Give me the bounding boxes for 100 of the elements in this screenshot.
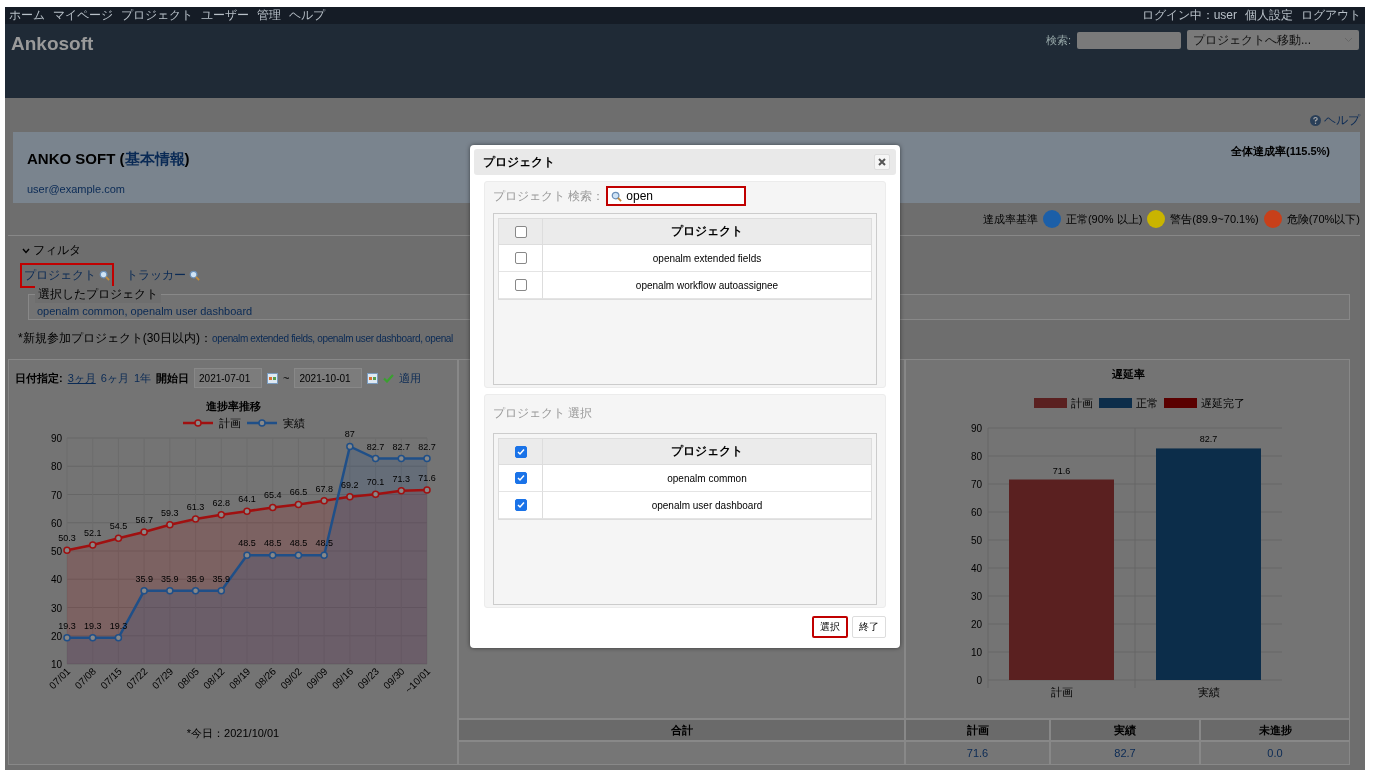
checkbox[interactable] [514, 445, 527, 458]
nav-link[interactable]: ログアウト [1301, 7, 1361, 24]
data-label: 82.7 [392, 441, 411, 452]
data-label: 48.5 [289, 538, 308, 549]
data-label: 82.7 [366, 441, 385, 452]
data-label: 69.2 [341, 479, 359, 490]
checkbox[interactable] [514, 252, 527, 264]
search-field[interactable] [1077, 31, 1181, 49]
axis-tick: 10 [50, 659, 62, 670]
data-label: 71.6 [1052, 465, 1071, 476]
data-point [191, 515, 200, 523]
data-point [320, 551, 328, 559]
data-point [243, 507, 251, 515]
axis-tick: 70 [970, 479, 982, 490]
period-link[interactable]: 6ヶ月 [100, 370, 129, 386]
data-label: 66.5 [289, 487, 308, 498]
nav-link[interactable]: ヘルプ [289, 7, 325, 24]
checkbox[interactable] [514, 225, 527, 238]
data-label: 71.3 [392, 473, 411, 484]
axis-tick: 0 [976, 675, 982, 686]
data-point [397, 454, 406, 463]
data-label: 59.3 [161, 507, 179, 518]
data-label: 54.5 [109, 521, 128, 532]
axis-tick: 80 [50, 461, 62, 473]
data-point [217, 511, 226, 519]
project-search-field[interactable]: open [606, 186, 747, 206]
project-dropdown[interactable]: プロジェクトへ移動... [1187, 30, 1359, 50]
checkbox[interactable] [514, 499, 527, 511]
data-point [268, 503, 277, 512]
calendar-icon[interactable] [367, 372, 379, 384]
date-field[interactable]: 2021-10-01 [294, 368, 363, 388]
apply-link[interactable]: 適用 [399, 370, 422, 386]
table-cell: 71.6 [905, 741, 1050, 765]
status-label: 危険(70%以下) [1286, 211, 1360, 227]
data-label: 35.9 [161, 573, 179, 584]
email-link[interactable]: user@example.com [27, 183, 190, 195]
data-label: 82.7 [1199, 434, 1218, 445]
data-label: 35.9 [135, 573, 153, 584]
axis-tick: 60 [50, 517, 62, 529]
nav-link[interactable]: プロジェクト [121, 7, 193, 24]
data-label: 52.1 [83, 528, 102, 539]
data-label: 71.6 [418, 473, 436, 483]
data-label: 56.7 [135, 515, 153, 526]
legend-label: 計画 [219, 417, 241, 429]
nav-link[interactable]: ユーザー [201, 7, 249, 24]
data-label: 48.5 [263, 538, 282, 549]
checkbox[interactable] [514, 279, 527, 291]
close-icon [878, 158, 886, 166]
legend-label: 正常 [1136, 397, 1158, 409]
help-link[interactable]: ヘルプ [1324, 111, 1360, 129]
legend-item: 実績 [247, 417, 305, 429]
data-point [268, 551, 277, 559]
magnifier-icon [99, 270, 110, 281]
basic-info-link[interactable]: 基本情報 [124, 150, 185, 167]
date-field[interactable]: 2021-07-01 [194, 368, 263, 388]
caret-icon[interactable] [22, 247, 30, 254]
period-link[interactable]: 3ヶ月 [67, 370, 96, 386]
calendar-icon[interactable] [267, 372, 279, 384]
axis-tick: 90 [50, 433, 62, 444]
check-icon [383, 373, 395, 383]
magnifier-icon [189, 270, 200, 281]
nav-link[interactable]: ホーム [9, 7, 45, 24]
data-point [166, 521, 174, 529]
table-cell: openalm workflow autoassignee [543, 272, 871, 299]
filter-link[interactable]: トラッカー [122, 263, 204, 288]
status-label: 警告(89.9~70.1%) [1170, 211, 1259, 227]
data-point [191, 587, 200, 595]
data-point [320, 496, 328, 505]
axis-tick: 70 [50, 489, 62, 501]
data-label: 65.4 [263, 490, 282, 501]
new-projects-link[interactable]: openalm extended fields, openalm user dashboard, openal [212, 333, 453, 344]
data-point [114, 534, 123, 543]
table-cell: openalm extended fields [543, 245, 871, 272]
table-cell: 0.0 [1200, 741, 1350, 765]
filter-toggle[interactable]: フィルタ [33, 242, 81, 259]
nav-link[interactable]: 管理 [257, 7, 281, 24]
data-point [346, 442, 354, 451]
column-header: プロジェクト [543, 439, 871, 465]
data-label: 35.9 [212, 573, 231, 584]
close-button[interactable] [874, 154, 890, 170]
axis-tick: 50 [970, 535, 982, 546]
data-label: 19.3 [83, 620, 102, 631]
new-projects-label: *新規参加プロジェクト(30日以内)： [18, 330, 212, 347]
dialog-button[interactable]: 選択 [812, 616, 848, 638]
legend-item: 遅延完了 [1164, 397, 1245, 409]
data-point [397, 487, 406, 495]
data-label: 82.7 [418, 441, 436, 452]
legend-item: 計画 [1034, 397, 1093, 409]
period-link[interactable]: 1年 [133, 370, 152, 386]
logo: Ankosoft [11, 33, 94, 55]
nav-link[interactable]: マイページ [53, 7, 113, 24]
checkbox[interactable] [514, 472, 527, 484]
legend-item: 計画 [183, 417, 241, 429]
status-label: 正常(90% 以上) [1065, 211, 1143, 227]
axis-tick: 20 [50, 630, 62, 642]
axis-tick: 30 [970, 591, 982, 602]
dialog-button[interactable]: 終了 [852, 616, 886, 638]
data-label: 87 [344, 429, 355, 440]
nav-link[interactable]: 個人設定 [1245, 7, 1293, 24]
legend-item: 正常 [1099, 397, 1158, 409]
